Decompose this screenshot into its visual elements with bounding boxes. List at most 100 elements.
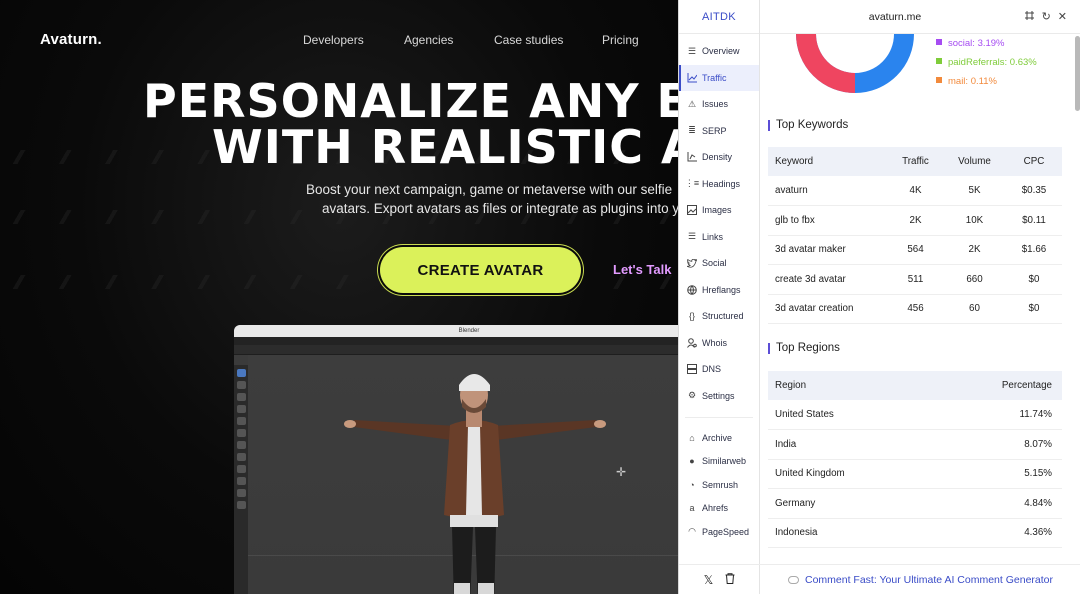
sidebar-item-semrush[interactable]: ◔ Semrush [679,473,759,497]
sidebar-item-pagespeed[interactable]: ◠ PageSpeed [679,520,759,544]
sidebar-item-issues[interactable]: ⚠ Issues [679,91,759,118]
sidebar-item-hreflangs[interactable]: Hreflangs [679,277,759,304]
sidebar-item-ahrefs[interactable]: a Ahrefs [679,497,759,521]
divider [685,417,753,418]
cpc-cell: $0 [1006,294,1062,324]
collapse-icon[interactable] [1024,10,1035,24]
create-avatar-button[interactable]: CREATE AVATAR [380,247,581,293]
links-icon: ☰ [687,231,697,242]
sidebar-item-structured[interactable]: {} Structured [679,303,759,330]
brush-tool-icon [236,477,246,485]
legend-social: social: 3.19% [936,38,1005,49]
gear-icon: ⚙ [687,390,697,401]
volume-cell: 660 [943,264,1006,295]
table-row: 3d avatar creation 456 60 $0 [768,294,1062,324]
image-icon [687,205,697,216]
extension-main: avaturn.me ↻ ✕ social: 3.19% paidReferra… [760,0,1080,594]
column-header[interactable]: Percentage [924,371,1062,400]
sidebar-item-label: Similarweb [702,456,747,467]
column-header[interactable]: Region [768,371,925,400]
hero-title: PERSONALIZE ANY EX WITH REALISTIC AV [0,78,680,170]
keyword-cell: 3d avatar creation [768,294,888,324]
keywords-table: Keyword Traffic Volume CPC avaturn 4K 5K… [768,147,1062,324]
headings-icon: ⋮≡ [684,178,700,189]
sidebar-item-label: Traffic [702,72,727,83]
top-keywords-heading: Top Keywords [768,119,848,131]
table-header-row: Keyword Traffic Volume CPC [768,147,1062,176]
brand-logo[interactable]: AITDK [679,0,759,34]
measure-tool-icon [236,453,246,461]
cpc-cell: $0 [1006,264,1062,295]
sidebar-item-overview[interactable]: ☰ Overview [679,38,759,65]
list-icon: ☰ [687,45,697,56]
select-tool-icon [236,369,246,377]
lets-talk-link[interactable]: Let's Talk [613,262,671,277]
sidebar-item-links[interactable]: ☰ Links [679,224,759,251]
cursor-tool-icon [236,381,246,389]
sidebar-item-label: Headings [702,178,741,189]
sidebar-item-similarweb[interactable]: ● Similarweb [679,450,759,474]
column-header[interactable]: Volume [943,147,1006,176]
column-header[interactable]: Traffic [888,147,943,176]
traffic-cell: 456 [888,294,943,324]
column-header[interactable]: CPC [1006,147,1062,176]
sidebar-item-density[interactable]: Density [679,144,759,171]
annotate-tool-icon [236,441,246,449]
trash-icon[interactable] [725,572,735,587]
table-row: Indonesia 4.36% [768,518,1062,548]
scrollbar-thumb[interactable] [1075,36,1080,111]
scrollbar[interactable] [1073,14,1080,590]
serp-icon: ≣ [688,125,696,136]
traffic-cell: 2K [888,205,943,236]
legend-mail: mail: 0.11% [936,76,997,87]
x-twitter-icon[interactable]: 𝕏 [704,573,714,587]
nav-developers[interactable]: Developers [303,33,364,47]
promo-bar[interactable]: Comment Fast: Your Ultimate AI Comment G… [760,564,1080,594]
topbar-actions: ↻ ✕ [1024,10,1067,24]
cpc-cell: $1.66 [1006,235,1062,265]
scale-tool-icon [236,417,246,425]
nav-agencies[interactable]: Agencies [404,33,453,47]
sidebar-item-label: Archive [702,432,733,443]
nav-pricing[interactable]: Pricing [602,33,639,47]
hero-title-line2: WITH REALISTIC AV [212,120,680,174]
promo-link[interactable]: Comment Fast: Your Ultimate AI Comment G… [805,574,1053,586]
traffic-cell: 511 [888,264,943,295]
sidebar-item-label: Links [702,231,724,242]
sidebar-item-label: Issues [702,99,729,110]
sidebar-item-label: Overview [702,46,740,57]
legend-paid-referrals: paidReferrals: 0.63% [936,57,1037,68]
column-header[interactable]: Keyword [768,147,888,176]
traffic-cell: 4K [888,176,943,206]
sidebar-item-images[interactable]: Images [679,197,759,224]
table-row: create 3d avatar 511 660 $0 [768,264,1062,295]
cpc-cell: $0.35 [1006,176,1062,206]
region-cell: India [768,429,925,460]
blender-header [234,345,680,355]
sidebar-item-label: DNS [702,364,722,375]
sidebar-item-social[interactable]: Social [679,250,759,277]
table-row: avaturn 4K 5K $0.35 [768,176,1062,206]
sidebar-item-traffic[interactable]: Traffic [679,64,759,91]
blender-toolbar [234,365,248,594]
close-icon[interactable]: ✕ [1058,10,1067,24]
site-logo[interactable]: Avaturn. [40,31,102,48]
density-icon [687,152,697,162]
sidebar-item-whois[interactable]: Whois [679,330,759,357]
legend-dot [936,58,942,64]
table-row: United Kingdom 5.15% [768,459,1062,489]
refresh-icon[interactable]: ↻ [1042,10,1051,24]
keyword-cell: avaturn [768,176,888,206]
sidebar-item-serp[interactable]: ≣ SERP [679,118,759,145]
eraser-tool-icon [236,501,246,509]
sidebar-item-settings[interactable]: ⚙ Settings [679,383,759,410]
nav-case-studies[interactable]: Case studies [494,33,563,47]
ahrefs-icon: a [689,503,695,514]
sidebar-item-headings[interactable]: ⋮≡ Headings [679,171,759,198]
blender-title: Blender [234,325,680,337]
sidebar-item-archive[interactable]: ⌂ Archive [679,426,759,450]
percentage-cell: 11.74% [924,400,1062,430]
sidebar-item-dns[interactable]: DNS [679,356,759,383]
region-cell: United States [768,400,925,430]
semrush-icon: ◔ [689,479,695,490]
